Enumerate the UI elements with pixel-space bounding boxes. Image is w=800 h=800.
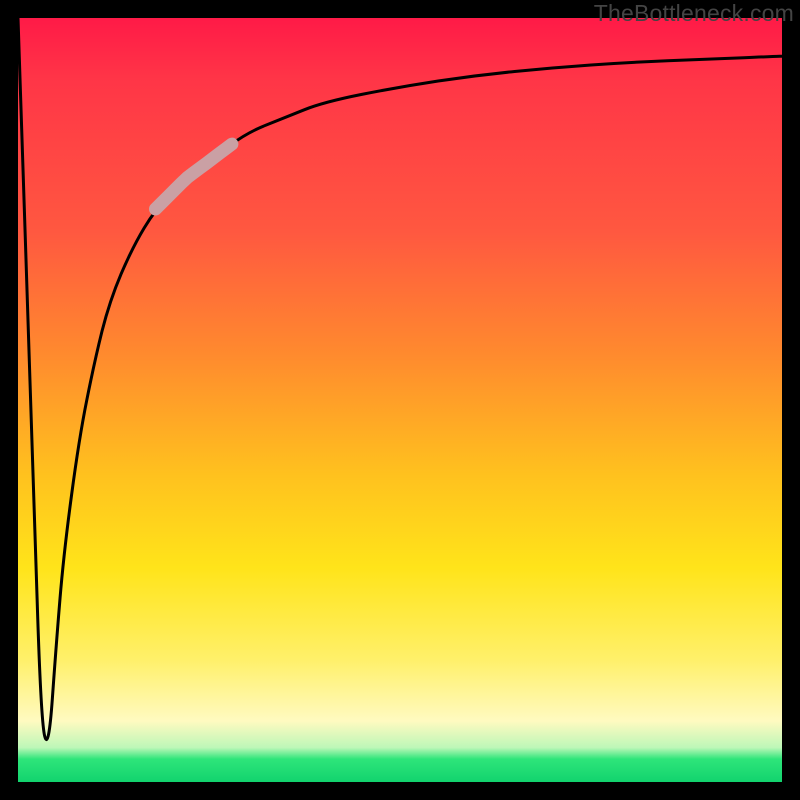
bottleneck-curve-highlight (156, 144, 232, 209)
plot-area (18, 18, 782, 782)
bottleneck-curve-path (18, 18, 782, 740)
bottleneck-curve-svg (18, 18, 782, 782)
chart-frame: TheBottleneck.com (0, 0, 800, 800)
watermark-text: TheBottleneck.com (594, 0, 794, 27)
